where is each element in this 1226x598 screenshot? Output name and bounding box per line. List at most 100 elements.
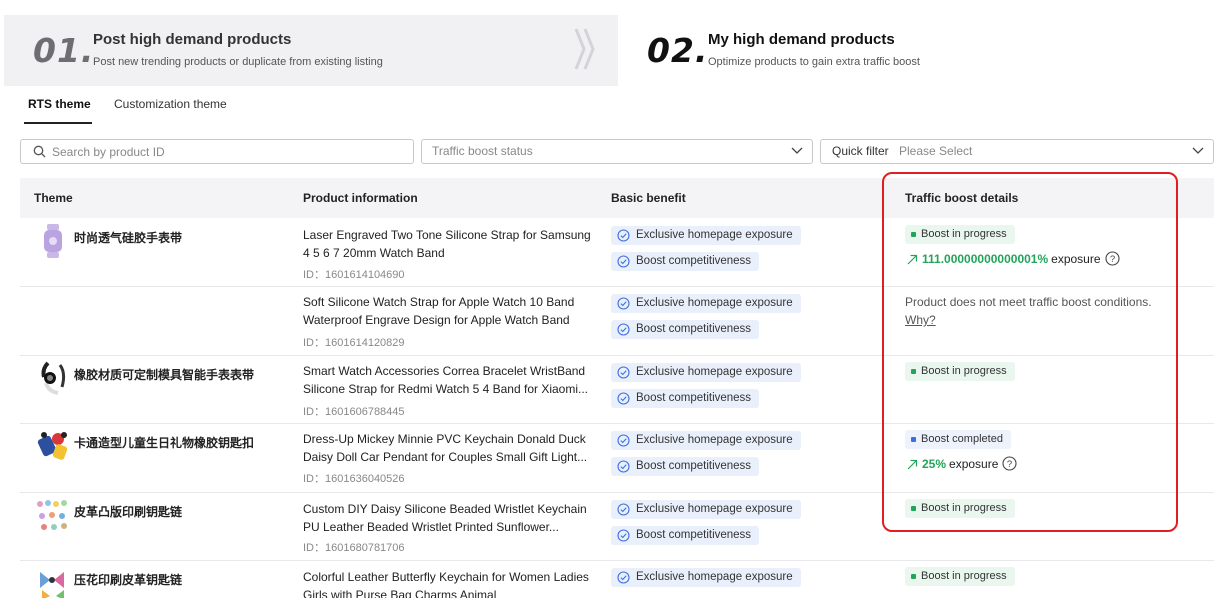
table-header: Theme Product information Basic benefit … — [20, 178, 1214, 218]
benefit-chip-homepage: Exclusive homepage exposure — [611, 363, 801, 382]
benefit-chip-homepage: Exclusive homepage exposure — [611, 431, 801, 450]
table-row: 橡胶材质可定制模具智能手表表带 Smart Watch Accessories … — [20, 356, 1214, 424]
product-title[interactable]: Dress-Up Mickey Minnie PVC Keychain Dona… — [303, 430, 599, 466]
svg-text:?: ? — [1109, 254, 1114, 265]
exposure-stat: 25% exposure? — [907, 456, 1017, 471]
step-post-high-demand[interactable]: 01. Post high demand products Post new t… — [4, 15, 618, 86]
status-dot — [911, 232, 916, 237]
traffic-boost-status-select[interactable]: Traffic boost status — [421, 139, 813, 164]
product-id: ID：1601636040526 — [303, 473, 405, 485]
check-circle-icon — [617, 434, 630, 447]
check-circle-icon — [617, 323, 630, 336]
chip-label: Boost competitiveness — [636, 392, 752, 404]
status-label: Boost in progress — [921, 365, 1007, 377]
benefit-chip-homepage: Exclusive homepage exposure — [611, 568, 801, 587]
product-id: ID：1601614104690 — [303, 269, 405, 281]
check-circle-icon — [617, 366, 630, 379]
search-icon — [33, 145, 46, 158]
theme-name: 皮革凸版印刷钥匙链 — [74, 505, 183, 519]
tab-rts-theme[interactable]: RTS theme — [24, 92, 92, 124]
search-input[interactable] — [52, 141, 402, 162]
status-badge: Boost completed — [905, 430, 1011, 449]
product-thumbnail[interactable] — [38, 361, 68, 395]
quick-filter-select[interactable]: Quick filter Please Select — [820, 139, 1214, 164]
product-id: ID：1601606788445 — [303, 406, 405, 418]
step-subtitle: Optimize products to gain extra traffic … — [708, 56, 920, 68]
status-dot — [911, 574, 916, 579]
product-title[interactable]: Smart Watch Accessories Correa Bracelet … — [303, 362, 599, 398]
product-title[interactable]: Soft Silicone Watch Strap for Apple Watc… — [303, 293, 599, 329]
exposure-percent: 111.00000000000001% — [922, 252, 1049, 266]
table-row: 皮革凸版印刷钥匙链 Custom DIY Daisy Silicone Bead… — [20, 493, 1214, 561]
status-label: Boost completed — [921, 433, 1003, 445]
exposure-label: exposure — [1051, 252, 1101, 266]
step-subtitle: Post new trending products or duplicate … — [93, 56, 383, 68]
svg-text:?: ? — [1007, 459, 1012, 470]
chip-label: Exclusive homepage exposure — [636, 366, 793, 378]
tab-customization-theme[interactable]: Customization theme — [114, 92, 227, 124]
search-box — [20, 139, 414, 164]
product-id: ID：1601614120829 — [303, 337, 405, 349]
double-chevron-right-icon — [574, 28, 595, 70]
select-placeholder: Please Select — [899, 144, 973, 158]
status-label: Boost in progress — [921, 502, 1007, 514]
why-link[interactable]: Why? — [905, 313, 936, 327]
benefit-chip-competitiveness: Boost competitiveness — [611, 320, 760, 339]
benefit-chip-competitiveness: Boost competitiveness — [611, 389, 760, 408]
check-circle-icon — [617, 460, 630, 473]
theme-name: 时尚透气硅胶手表带 — [74, 231, 183, 245]
step-number: 02. — [647, 31, 709, 70]
chip-label: Exclusive homepage exposure — [636, 297, 793, 309]
check-circle-icon — [617, 571, 630, 584]
theme-name: 橡胶材质可定制模具智能手表表带 — [74, 368, 255, 382]
step-title: My high demand products — [708, 31, 895, 48]
chip-label: Exclusive homepage exposure — [636, 229, 793, 241]
select-placeholder: Traffic boost status — [432, 144, 533, 158]
product-title[interactable]: Custom DIY Daisy Silicone Beaded Wristle… — [303, 500, 599, 536]
check-circle-icon — [617, 255, 630, 268]
product-thumbnail[interactable] — [34, 566, 72, 598]
trend-up-arrow-icon — [907, 459, 918, 470]
column-header-traffic-boost: Traffic boost details — [905, 191, 1019, 205]
status-dot — [911, 506, 916, 511]
chip-label: Exclusive homepage exposure — [636, 571, 793, 583]
exposure-stat: 111.00000000000001% exposure? — [907, 251, 1120, 266]
steps-header: 01. Post high demand products Post new t… — [0, 0, 1226, 86]
table-row: 卡通造型儿童生日礼物橡胶钥匙扣 Dress-Up Mickey Minnie P… — [20, 424, 1214, 493]
benefit-chip-homepage: Exclusive homepage exposure — [611, 500, 801, 519]
quick-filter-label: Quick filter — [832, 144, 889, 158]
status-label: Boost in progress — [921, 228, 1007, 240]
status-dot — [911, 369, 916, 374]
check-circle-icon — [617, 297, 630, 310]
help-icon[interactable]: ? — [1002, 456, 1017, 471]
product-title[interactable]: Laser Engraved Two Tone Silicone Strap f… — [303, 226, 599, 262]
chip-label: Boost competitiveness — [636, 460, 752, 472]
help-icon[interactable]: ? — [1104, 251, 1120, 266]
column-header-basic-benefit: Basic benefit — [611, 191, 686, 205]
check-circle-icon — [617, 503, 630, 516]
theme-name: 压花印刷皮革钥匙链 — [74, 573, 183, 587]
benefit-chip-competitiveness: Boost competitiveness — [611, 252, 760, 271]
status-badge: Boost in progress — [905, 362, 1015, 381]
status-badge: Boost in progress — [905, 225, 1015, 244]
product-id: ID：1601680781706 — [303, 542, 405, 554]
benefit-chip-homepage: Exclusive homepage exposure — [611, 294, 801, 313]
step-my-high-demand[interactable]: 02. My high demand products Optimize pro… — [621, 9, 1226, 86]
check-circle-icon — [617, 392, 630, 405]
step-title: Post high demand products — [93, 31, 292, 48]
product-title[interactable]: Colorful Leather Butterfly Keychain for … — [303, 568, 599, 598]
check-circle-icon — [617, 529, 630, 542]
exposure-label: exposure — [949, 457, 999, 471]
product-thumbnail[interactable] — [34, 498, 72, 532]
benefit-chip-competitiveness: Boost competitiveness — [611, 457, 760, 476]
column-header-theme: Theme — [34, 191, 73, 205]
table-row: 压花印刷皮革钥匙链 Colorful Leather Butterfly Key… — [20, 561, 1214, 598]
status-label: Boost in progress — [921, 570, 1007, 582]
exposure-percent: 25% — [922, 457, 947, 471]
table-row: Soft Silicone Watch Strap for Apple Watc… — [20, 287, 1214, 356]
product-thumbnail[interactable] — [38, 224, 68, 258]
chevron-down-icon — [791, 147, 803, 154]
check-circle-icon — [617, 229, 630, 242]
product-thumbnail[interactable] — [34, 429, 72, 463]
chip-label: Exclusive homepage exposure — [636, 503, 793, 515]
